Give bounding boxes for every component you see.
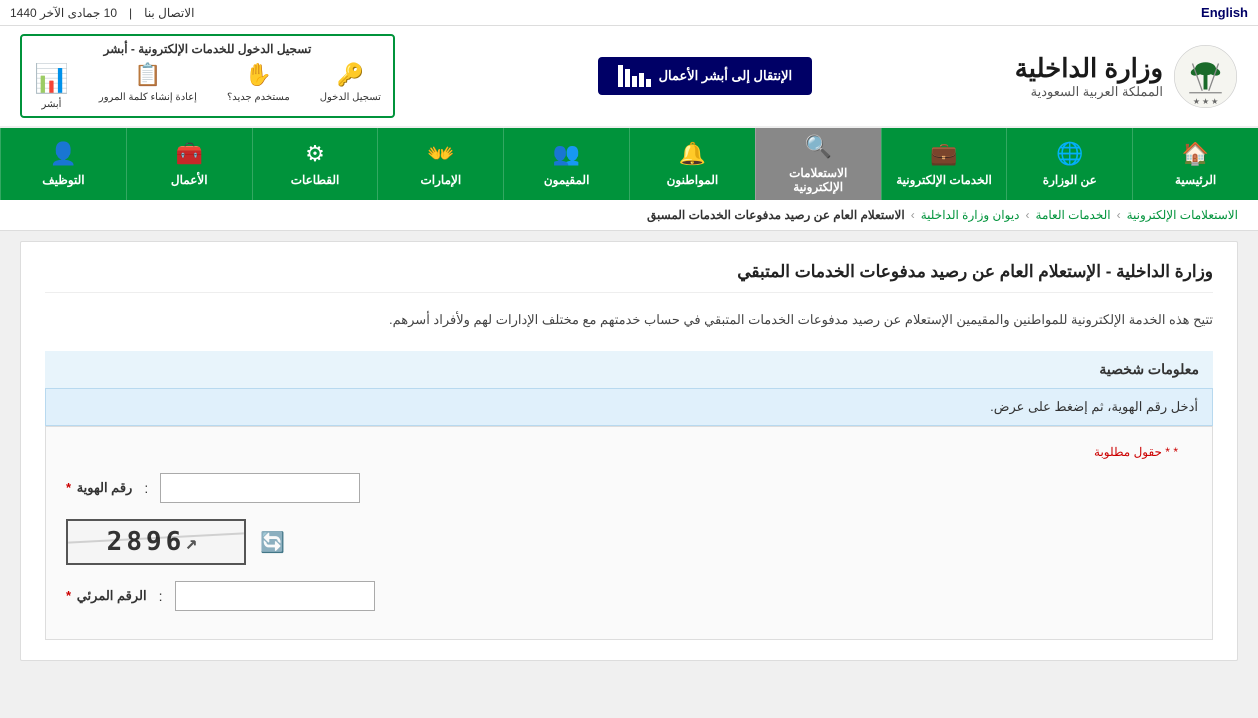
ministry-emblem: ★ ★ ★ <box>1173 44 1238 109</box>
register-label: تسجيل الدخول <box>320 92 381 103</box>
nav-item-inquiries[interactable]: 🔍 الاستعلامات الإلكترونية <box>755 128 881 200</box>
abshir-icon: 📊 <box>34 62 69 95</box>
breadcrumb-public-services[interactable]: الخدمات العامة <box>1036 208 1111 222</box>
residents-icon: 👥 <box>553 141 580 167</box>
visual-number-input[interactable] <box>175 581 375 611</box>
nav-item-home[interactable]: 🏠 الرئيسية <box>1132 128 1258 200</box>
visual-required-star: * <box>66 588 71 603</box>
form-container: * * حقول مطلوبة : رقم الهوية * 🔄 ↗ 2896 … <box>45 426 1213 640</box>
captcha-refresh-btn[interactable]: 🔄 <box>258 528 287 557</box>
reset-password-label: إعادة إنشاء كلمة المرور <box>99 92 197 103</box>
breadcrumb-sep-2: › <box>1026 208 1030 222</box>
nav-label-home: الرئيسية <box>1175 173 1216 187</box>
nav-item-citizens[interactable]: 🔔 المواطنون <box>629 128 755 200</box>
reset-password-icon: 📋 <box>134 62 161 88</box>
ministry-name: وزارة الداخلية <box>1015 53 1163 84</box>
login-icon-register[interactable]: 🔑 تسجيل الدخول <box>320 62 381 110</box>
captcha-slash: ↗ <box>185 530 201 554</box>
required-note: * * حقول مطلوبة <box>66 439 1192 465</box>
main-content: وزارة الداخلية - الإستعلام العام عن رصيد… <box>20 241 1238 661</box>
nav-item-emirates[interactable]: 👐 الإمارات <box>377 128 503 200</box>
nav-label-citizens: المواطنون <box>667 173 719 187</box>
breadcrumb-sep-1: › <box>1117 208 1121 222</box>
id-label-text: رقم الهوية <box>77 480 133 495</box>
eservices-icon: 💼 <box>930 141 957 167</box>
breadcrumb-current: الاستعلام العام عن رصيد مدفوعات الخدمات … <box>647 208 905 222</box>
nav-item-employment[interactable]: 👤 التوظيف <box>0 128 126 200</box>
nav-item-business[interactable]: 🧰 الأعمال <box>126 128 252 200</box>
ministry-name-area: وزارة الداخلية المملكة العربية السعودية <box>1015 53 1163 100</box>
nav-item-sectors[interactable]: ⚙ القطاعات <box>252 128 378 200</box>
required-star-icon: * <box>1173 445 1178 459</box>
nav-item-about[interactable]: 🌐 عن الوزارة <box>1006 128 1132 200</box>
visual-label-text: الرقم المرئي <box>77 588 147 603</box>
visual-label: الرقم المرئي * <box>66 588 147 604</box>
nav-label-inquiries: الاستعلامات الإلكترونية <box>770 166 867 194</box>
nav-label-sectors: القطاعات <box>291 173 340 187</box>
business-icon: 🧰 <box>176 141 203 167</box>
breadcrumb-diwan[interactable]: ديوان وزارة الداخلية <box>921 208 1020 222</box>
id-label: رقم الهوية * <box>66 480 132 496</box>
visual-number-row: : الرقم المرئي * <box>66 581 1192 611</box>
page-description: تتيح هذه الخدمة الإلكترونية للمواطنين وا… <box>45 309 1213 331</box>
visual-colon: : <box>159 588 163 604</box>
english-link[interactable]: English <box>1201 5 1248 20</box>
contact-label[interactable]: الاتصال بنا <box>144 6 194 20</box>
top-separator: | <box>129 6 132 20</box>
ministry-logo-area: ★ ★ ★ وزارة الداخلية المملكة العربية الس… <box>1015 44 1238 109</box>
page-title: وزارة الداخلية - الإستعلام العام عن رصيد… <box>45 262 1213 293</box>
section-header-personal: معلومات شخصية <box>45 351 1213 388</box>
header: ★ ★ ★ وزارة الداخلية المملكة العربية الس… <box>0 26 1258 128</box>
emirates-icon: 👐 <box>427 141 454 167</box>
breadcrumb-einquiries[interactable]: الاستعلامات الإلكترونية <box>1127 208 1238 222</box>
login-box-title: تسجيل الدخول للخدمات الإلكترونية - أبشر <box>34 42 381 56</box>
bar-chart-icon <box>618 65 651 87</box>
sectors-icon: ⚙ <box>305 141 325 167</box>
captcha-row: 🔄 ↗ 2896 <box>66 519 1192 565</box>
ministry-subtitle: المملكة العربية السعودية <box>1015 84 1163 100</box>
top-bar: English الاتصال بنا | 10 جمادى الآخر 144… <box>0 0 1258 26</box>
id-colon: : <box>144 480 148 496</box>
nav-item-residents[interactable]: 👥 المقيمون <box>503 128 629 200</box>
new-user-icon: ✋ <box>245 62 272 88</box>
new-user-label: مستخدم جديد؟ <box>227 92 290 103</box>
register-icon: 🔑 <box>337 62 364 88</box>
login-icons-row: 🔑 تسجيل الدخول ✋ مستخدم جديد؟ 📋 إعادة إن… <box>34 62 381 110</box>
id-number-input[interactable] <box>160 473 360 503</box>
breadcrumb-sep-3: › <box>911 208 915 222</box>
inquiries-icon: 🔍 <box>805 134 832 160</box>
date-text: 10 جمادى الآخر 1440 <box>10 6 117 20</box>
login-icon-reset-password[interactable]: 📋 إعادة إنشاء كلمة المرور <box>99 62 197 110</box>
employment-icon: 👤 <box>50 141 77 167</box>
abshir-btn-label: الإنتقال إلى أبشر الأعمال <box>659 68 793 84</box>
svg-text:★ ★ ★: ★ ★ ★ <box>1193 96 1218 105</box>
nav-label-employment: التوظيف <box>42 173 84 187</box>
captcha-image: ↗ 2896 <box>66 519 246 565</box>
id-number-row: : رقم الهوية * <box>66 473 1192 503</box>
nav-label-business: الأعمال <box>171 173 208 187</box>
about-icon: 🌐 <box>1056 141 1083 167</box>
citizens-icon: 🔔 <box>679 141 706 167</box>
login-icon-abshir[interactable]: 📊 أبشر <box>34 62 69 110</box>
nav-label-emirates: الإمارات <box>420 173 461 187</box>
nav-label-about: عن الوزارة <box>1043 173 1097 187</box>
id-required-star: * <box>66 480 71 495</box>
breadcrumb: الاستعلام العام عن رصيد مدفوعات الخدمات … <box>0 200 1258 231</box>
nav-label-residents: المقيمون <box>544 173 590 187</box>
info-hint: أدخل رقم الهوية، ثم إضغط على عرض. <box>45 388 1213 426</box>
nav-item-eservices[interactable]: 💼 الخدمات الإلكترونية <box>881 128 1007 200</box>
nav-bar: 🏠 الرئيسية 🌐 عن الوزارة 💼 الخدمات الإلكت… <box>0 128 1258 200</box>
required-note-text: * حقول مطلوبة <box>1094 445 1170 459</box>
home-icon: 🏠 <box>1182 141 1209 167</box>
abshir-label: أبشر <box>41 99 61 110</box>
header-center: الإنتقال إلى أبشر الأعمال <box>598 57 813 95</box>
nav-label-eservices: الخدمات الإلكترونية <box>896 173 992 187</box>
login-icon-new-user[interactable]: ✋ مستخدم جديد؟ <box>227 62 290 110</box>
login-box: تسجيل الدخول للخدمات الإلكترونية - أبشر … <box>20 34 395 118</box>
abshir-business-btn[interactable]: الإنتقال إلى أبشر الأعمال <box>598 57 813 95</box>
captcha-text: 2896 <box>107 527 186 557</box>
top-bar-right: الاتصال بنا | 10 جمادى الآخر 1440 <box>10 6 194 20</box>
